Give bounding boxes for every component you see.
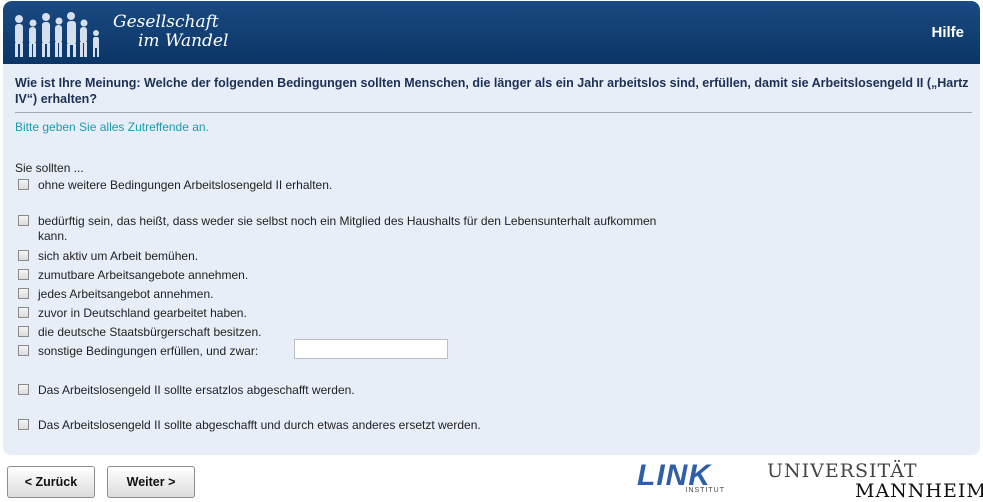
people-silhouettes-logo bbox=[15, 12, 99, 57]
next-button[interactable]: Weiter > bbox=[107, 466, 195, 498]
question-intro: Sie sollten ... bbox=[15, 161, 84, 175]
checkbox[interactable] bbox=[18, 250, 29, 261]
back-button[interactable]: < Zurück bbox=[7, 466, 95, 498]
link-logo-subtext: INSTITUT bbox=[685, 487, 725, 494]
option-label: sich aktiv um Arbeit bemühen. bbox=[38, 249, 199, 263]
uni-logo-line-2: MANNHEIM bbox=[855, 480, 983, 502]
question-text: Wie ist Ihre Meinung: Welche der folgend… bbox=[15, 76, 969, 106]
option-label: zuvor in Deutschland gearbeitet haben. bbox=[38, 306, 247, 320]
university-mannheim-logo: UNIVERSITÄT MANNHEIM bbox=[767, 461, 983, 501]
option-label: Das Arbeitslosengeld II sollte abgeschaf… bbox=[38, 418, 481, 432]
brand-line-2: im Wandel bbox=[138, 31, 229, 51]
option-label: die deutsche Staatsbürgerschaft besitzen… bbox=[38, 325, 262, 339]
checkbox[interactable] bbox=[18, 307, 29, 318]
checkbox[interactable] bbox=[18, 288, 29, 299]
checkbox[interactable] bbox=[18, 384, 29, 395]
brand-line-1: Gesellschaft bbox=[113, 12, 219, 32]
question-divider bbox=[15, 112, 972, 113]
checkbox[interactable] bbox=[18, 215, 29, 226]
option-label: bedürftig sein, das heißt, dass weder si… bbox=[38, 214, 657, 243]
brand-title: Gesellschaft im Wandel bbox=[113, 13, 228, 51]
uni-logo-line-1: UNIVERSITÄT bbox=[767, 460, 918, 482]
checkbox[interactable] bbox=[18, 269, 29, 280]
link-institut-logo: LINK INSTITUT bbox=[637, 461, 729, 497]
option-label: sonstige Bedingungen erfüllen, und zwar: bbox=[38, 344, 259, 358]
option-label: zumutbare Arbeitsangebote annehmen. bbox=[38, 268, 249, 282]
checkbox[interactable] bbox=[18, 419, 29, 430]
option-label: ohne weitere Bedingungen Arbeitslosengel… bbox=[38, 178, 333, 192]
checkbox[interactable] bbox=[18, 326, 29, 337]
survey-header: Gesellschaft im Wandel Hilfe bbox=[3, 1, 980, 64]
option-label: Das Arbeitslosengeld II sollte ersatzlos… bbox=[38, 383, 355, 397]
checkbox[interactable] bbox=[18, 179, 29, 190]
checkbox[interactable] bbox=[18, 345, 29, 356]
option-label: jedes Arbeitsangebot annehmen. bbox=[38, 287, 214, 301]
other-conditions-input[interactable] bbox=[294, 339, 448, 359]
question-panel: Wie ist Ihre Meinung: Welche der folgend… bbox=[3, 64, 980, 455]
help-link[interactable]: Hilfe bbox=[931, 24, 964, 41]
instruction-text: Bitte geben Sie alles Zutreffende an. bbox=[15, 120, 209, 134]
